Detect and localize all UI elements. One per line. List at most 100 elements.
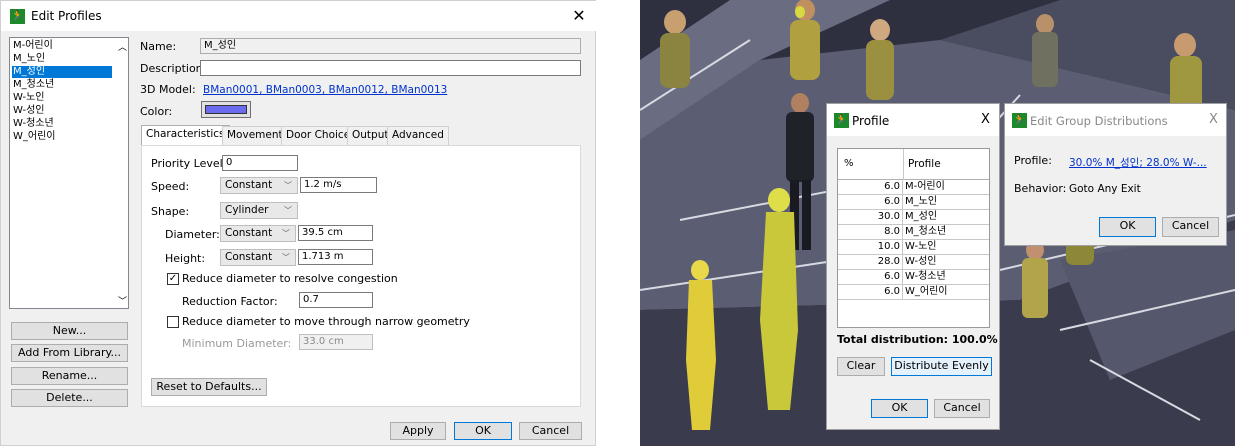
pct-cell[interactable]: 6.0 — [838, 195, 903, 209]
title-bar: 🏃 Edit Profiles ✕ — [1, 1, 597, 31]
scroll-down-icon[interactable]: ﹀ — [118, 294, 127, 307]
pct-cell[interactable]: 6.0 — [838, 285, 903, 299]
profile-cell: M_노인 — [905, 196, 938, 207]
model-link[interactable]: BMan0001, BMan0003, BMan0012, BMan0013 — [203, 84, 447, 96]
new-button[interactable]: New... — [11, 322, 128, 340]
tab-movement[interactable]: Movement — [222, 126, 288, 145]
reduce-narrow-checkbox[interactable] — [167, 316, 179, 328]
delete-button[interactable]: Delete... — [11, 389, 128, 407]
height-distribution-value: Constant — [225, 251, 273, 263]
table-row[interactable]: 10.0 W-노인 — [838, 240, 989, 255]
list-item[interactable]: W-청소년 — [12, 118, 112, 130]
speed-label: Speed: — [151, 180, 190, 193]
profile-cell: M_성인 — [905, 211, 938, 222]
tab-advanced[interactable]: Advanced — [387, 126, 449, 145]
description-label: Description: — [140, 62, 207, 75]
apply-button[interactable]: Apply — [390, 422, 446, 440]
name-field[interactable]: M_성인 — [200, 38, 581, 54]
cancel-button[interactable]: Cancel — [519, 422, 582, 440]
pct-cell[interactable]: 30.0 — [838, 210, 903, 224]
clear-button[interactable]: Clear — [837, 357, 885, 376]
chevron-down-icon: ﹀ — [284, 181, 292, 190]
distribution-table[interactable]: % Profile 6.0 M-어린이 6.0 M_노인 30.0 M_성인 8.0 M… — [837, 148, 990, 328]
behavior-value: Goto Any Exit — [1069, 183, 1141, 195]
pct-cell[interactable]: 8.0 — [838, 225, 903, 239]
priority-field[interactable]: 0 — [222, 155, 298, 171]
list-item[interactable]: M_청소년 — [12, 79, 112, 91]
list-item[interactable]: W-노인 — [12, 92, 112, 104]
diameter-distribution-value: Constant — [225, 227, 273, 239]
model-label: 3D Model: — [140, 83, 196, 96]
edit-profiles-window: 🏃 Edit Profiles ✕ M-어린이 M_노인 M_성인 M_청소년 … — [0, 0, 597, 446]
tab-door-choice[interactable]: Door Choice — [281, 126, 356, 145]
close-icon[interactable]: X — [1209, 112, 1218, 127]
color-swatch — [205, 105, 247, 114]
height-distribution-select[interactable]: Constant ﹀ — [220, 249, 296, 266]
profile-cell: M-어린이 — [905, 181, 945, 192]
speed-distribution-select[interactable]: Constant ﹀ — [220, 177, 298, 194]
scroll-up-icon[interactable]: ︿ — [118, 40, 127, 53]
pct-cell[interactable]: 6.0 — [838, 270, 903, 284]
running-man-exit-icon: 🏃 — [834, 113, 849, 128]
list-item[interactable]: M_노인 — [12, 53, 112, 65]
description-field[interactable] — [200, 60, 581, 76]
table-row[interactable]: 6.0 M_노인 — [838, 195, 989, 210]
ok-button[interactable]: OK — [871, 399, 928, 418]
pct-cell[interactable]: 10.0 — [838, 240, 903, 254]
table-header: % Profile — [838, 149, 989, 180]
table-row[interactable]: 30.0 M_성인 — [838, 210, 989, 225]
min-diameter-label: Minimum Diameter: — [182, 337, 292, 350]
reset-defaults-button[interactable]: Reset to Defaults... — [151, 378, 267, 396]
profile-cell: W-성인 — [905, 256, 937, 267]
table-row[interactable]: 6.0 M-어린이 — [838, 180, 989, 195]
reduce-narrow-label: Reduce diameter to move through narrow g… — [182, 315, 470, 328]
shape-select[interactable]: Cylinder ﹀ — [220, 202, 298, 219]
reduce-congestion-checkbox[interactable]: ✓ — [167, 273, 179, 285]
diameter-field[interactable]: 39.5 cm — [298, 225, 373, 241]
table-row[interactable]: 28.0 W-성인 — [838, 255, 989, 270]
height-field[interactable]: 1.713 m — [298, 249, 373, 265]
cancel-button[interactable]: Cancel — [934, 399, 990, 418]
close-icon[interactable]: X — [981, 112, 990, 127]
table-row[interactable]: 6.0 W_어린이 — [838, 285, 989, 300]
profile-list[interactable]: M-어린이 M_노인 M_성인 M_청소년 W-노인 W-성인 W-청소년 W_… — [9, 37, 129, 309]
ok-button[interactable]: OK — [1099, 217, 1156, 237]
speed-distribution-value: Constant — [225, 179, 273, 191]
profile-link[interactable]: 30.0% M_성인; 28.0% W-... — [1069, 155, 1207, 170]
list-item[interactable]: W-성인 — [12, 105, 112, 117]
pct-cell[interactable]: 6.0 — [838, 180, 903, 194]
shape-label: Shape: — [151, 205, 190, 218]
height-label: Height: — [165, 252, 206, 265]
profile-header: Profile — [908, 158, 941, 170]
profile-label: Profile: — [1014, 154, 1052, 167]
priority-label: Priority Level: — [151, 157, 227, 170]
running-man-exit-icon: 🏃 — [10, 9, 25, 24]
list-item[interactable]: W_어린이 — [12, 131, 112, 143]
min-diameter-field: 33.0 cm — [299, 334, 373, 350]
pct-cell[interactable]: 28.0 — [838, 255, 903, 269]
distribute-evenly-button[interactable]: Distribute Evenly — [891, 357, 992, 376]
reduction-factor-label: Reduction Factor: — [182, 295, 278, 308]
chevron-down-icon: ﹀ — [284, 206, 292, 215]
title-bar: 🏃 Edit Group Distributions X — [1005, 104, 1226, 136]
running-man-exit-icon: 🏃 — [1012, 113, 1027, 128]
chevron-down-icon: ﹀ — [282, 253, 290, 262]
add-from-library-button[interactable]: Add From Library... — [11, 344, 128, 362]
speed-field[interactable]: 1.2 m/s — [300, 177, 377, 193]
color-button[interactable] — [201, 101, 251, 118]
rename-button[interactable]: Rename... — [11, 367, 128, 385]
dialog-title: Edit Group Distributions — [1030, 114, 1168, 128]
pct-header: % — [844, 158, 854, 169]
window-title: Edit Profiles — [31, 9, 102, 23]
table-row[interactable]: 6.0 W-청소년 — [838, 270, 989, 285]
diameter-distribution-select[interactable]: Constant ﹀ — [220, 225, 296, 242]
table-row[interactable]: 8.0 M_청소년 — [838, 225, 989, 240]
reduction-factor-field[interactable]: 0.7 — [299, 292, 373, 308]
tab-characteristics[interactable]: Characteristics — [141, 125, 230, 146]
cancel-button[interactable]: Cancel — [1162, 217, 1219, 237]
list-item-selected[interactable]: M_성인 — [12, 66, 112, 78]
behavior-label: Behavior: — [1014, 182, 1067, 195]
ok-button[interactable]: OK — [454, 422, 512, 440]
close-icon[interactable]: ✕ — [568, 5, 590, 27]
list-item[interactable]: M-어린이 — [12, 40, 112, 52]
